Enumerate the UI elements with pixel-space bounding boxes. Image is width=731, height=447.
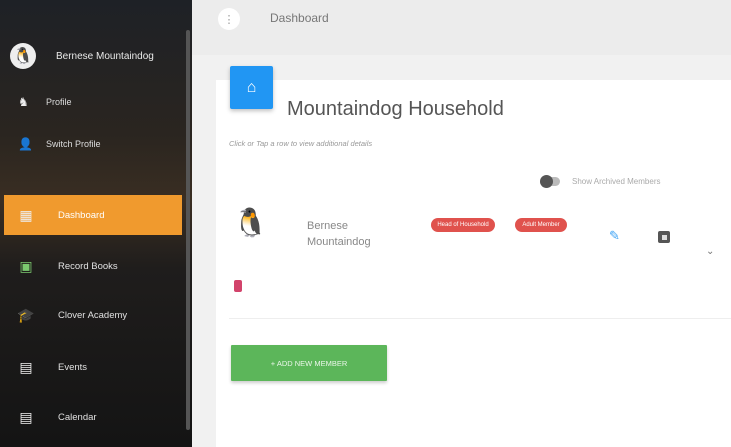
home-icon: ⌂ <box>246 78 257 96</box>
page-title: Mountaindog Household <box>287 98 504 120</box>
chevron-down-icon[interactable]: ⌄ <box>706 246 714 257</box>
avatar: 🐧 <box>10 43 36 69</box>
sidebar-item-calendar[interactable]: ▤ Calendar <box>4 397 182 437</box>
add-member-button[interactable]: + ADD NEW MEMBER <box>231 345 387 381</box>
show-archived-toggle[interactable]: Show Archived Members <box>540 175 660 188</box>
sidebar-user[interactable]: 🐧 Bernese Mountaindog <box>10 43 154 69</box>
dashboard-icon: ▦ <box>19 206 33 223</box>
home-button[interactable]: ⌂ <box>230 66 273 109</box>
archive-icon[interactable] <box>658 231 670 243</box>
calendar-icon: ▤ <box>19 408 33 425</box>
sidebar-item-clover-academy[interactable]: 🎓 Clover Academy <box>4 295 182 335</box>
sidebar-item-dashboard[interactable]: ▦ Dashboard <box>4 195 182 235</box>
member-row[interactable]: 🐧 Bernese Mountaindog Head of Household … <box>229 200 731 310</box>
breadcrumb: Dashboard <box>270 11 329 25</box>
badge-head-of-household: Head of Household <box>431 218 495 232</box>
sidebar-item-record-books[interactable]: ▣ Record Books <box>4 246 182 286</box>
user-name: Bernese Mountaindog <box>56 50 154 62</box>
divider <box>229 318 731 319</box>
sidebar-item-events[interactable]: ▤ Events <box>4 347 182 387</box>
graduation-cap-icon: 🎓 <box>17 306 35 323</box>
menu-toggle-button[interactable]: ⋮ <box>218 8 240 30</box>
person-icon: 👤 <box>18 137 33 151</box>
profile-link[interactable]: ♞ Profile <box>18 95 72 109</box>
badge-adult-member: Adult Member <box>515 218 567 232</box>
sidebar: 🐧 Bernese Mountaindog ♞ Profile 👤 Switch… <box>0 0 192 447</box>
member-avatar: 🐧 <box>233 207 268 238</box>
switch-profile-link[interactable]: 👤 Switch Profile <box>18 137 101 151</box>
hint-text: Click or Tap a row to view additional de… <box>229 139 373 148</box>
profile-icon: ♞ <box>18 95 29 109</box>
member-name: Bernese Mountaindog <box>307 220 371 248</box>
tag-icon <box>234 280 242 292</box>
sidebar-scrollbar[interactable] <box>186 30 190 430</box>
toggle-switch[interactable] <box>540 175 560 188</box>
edit-icon[interactable]: ✎ <box>609 228 620 244</box>
calendar-icon: ▤ <box>19 358 33 375</box>
top-bar: ⋮ Dashboard <box>192 0 731 55</box>
record-book-icon: ▣ <box>19 257 33 274</box>
